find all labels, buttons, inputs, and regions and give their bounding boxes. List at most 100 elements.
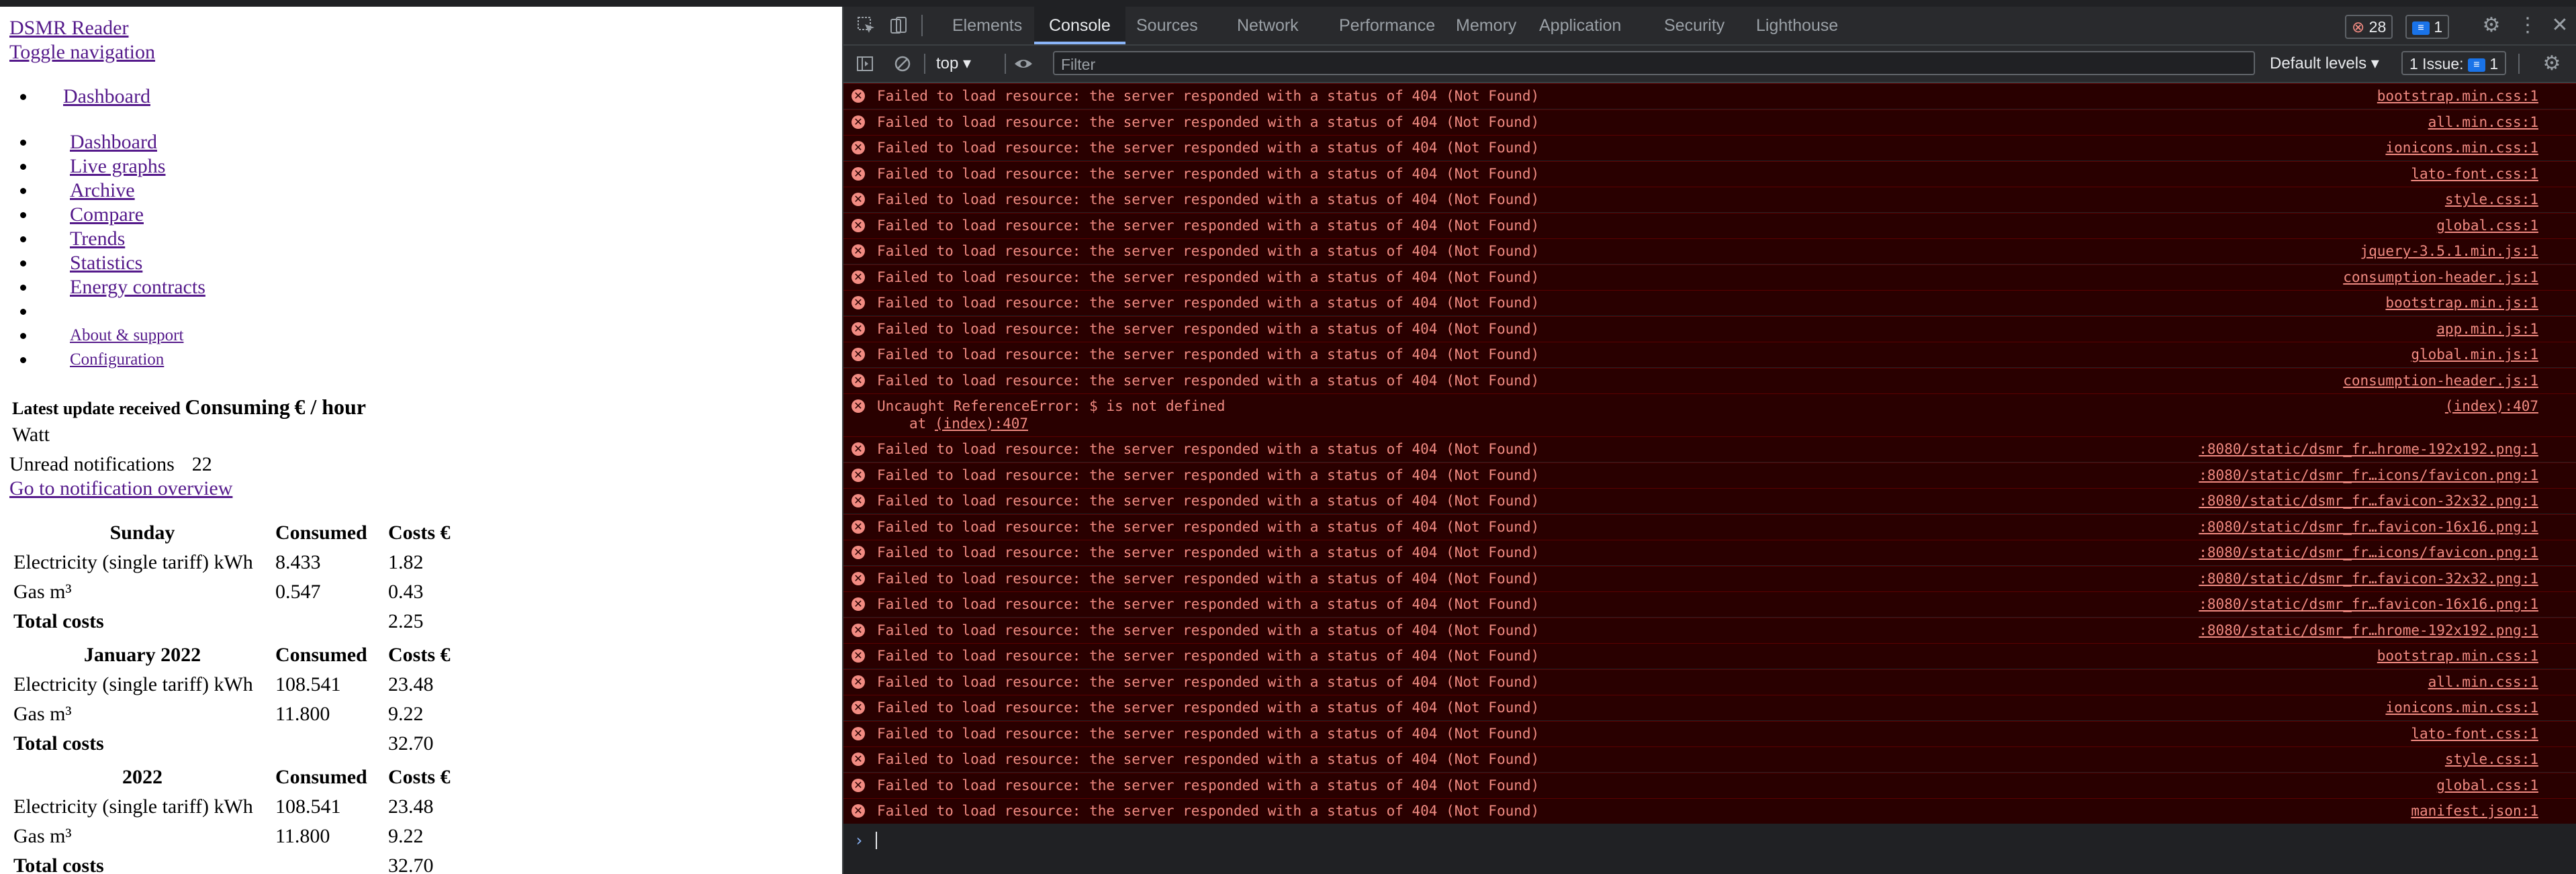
tab-network[interactable]: Network: [1222, 7, 1314, 44]
source-link[interactable]: global.css:1: [2436, 213, 2538, 238]
source-link[interactable]: style.css:1: [2445, 747, 2538, 771]
source-link[interactable]: global.min.js:1: [2411, 342, 2538, 367]
source-link[interactable]: bootstrap.min.css:1: [2377, 644, 2538, 668]
row-label: Electricity (single tariff) kWh: [13, 673, 253, 695]
sidebar-link[interactable]: Live graphs: [63, 155, 165, 177]
source-link[interactable]: lato-font.css:1: [2411, 722, 2538, 746]
sidebar-toggle-icon[interactable]: [853, 52, 877, 76]
source-link[interactable]: :8080/static/dsmr_fr…hrome-192x192.png:1: [2199, 437, 2538, 461]
statistics-table: Sunday Consumed Costs € Electricity (single…: [9, 516, 455, 639]
log-levels-dropdown[interactable]: Default levels ▾: [2270, 52, 2379, 76]
console-error-row: ✕ Failed to load resource: the server res…: [843, 187, 2576, 212]
sidebar-link[interactable]: Trends: [63, 228, 125, 250]
stack-link[interactable]: (index):407: [935, 416, 1028, 432]
source-link[interactable]: (index):407: [2445, 394, 2538, 418]
message-counter-badge[interactable]: ≡ 1: [2405, 15, 2450, 39]
tab-elements[interactable]: Elements: [937, 7, 1037, 44]
tab-console[interactable]: Console: [1034, 7, 1125, 44]
source-link[interactable]: bootstrap.min.js:1: [2385, 291, 2538, 315]
source-link[interactable]: :8080/static/dsmr_fr…favicon-16x16.png:1: [2199, 592, 2538, 616]
console-error-row: ✕ Failed to load resource: the server res…: [843, 514, 2576, 540]
row-costs: 0.43: [388, 581, 424, 603]
list-bullet: [20, 212, 26, 218]
console-prompt[interactable]: ›: [843, 823, 2576, 857]
row-consumed: 0.547: [275, 581, 321, 603]
source-link[interactable]: ionicons.min.css:1: [2385, 136, 2538, 160]
filter-input[interactable]: Filter: [1053, 51, 2255, 75]
error-x-icon: ✕: [852, 675, 865, 689]
tab-security[interactable]: Security: [1649, 7, 1739, 44]
tab-lighthouse[interactable]: Lighthouse: [1741, 7, 1853, 44]
source-link[interactable]: :8080/static/dsmr_fr…hrome-192x192.png:1: [2199, 618, 2538, 642]
source-link[interactable]: :8080/static/dsmr_fr…icons/favicon.png:1: [2199, 463, 2538, 487]
source-link[interactable]: consumption-header.js:1: [2343, 265, 2538, 289]
source-link[interactable]: app.min.js:1: [2436, 317, 2538, 341]
source-link[interactable]: jquery-3.5.1.min.js:1: [2360, 239, 2538, 263]
source-link[interactable]: global.css:1: [2436, 773, 2538, 797]
source-link[interactable]: :8080/static/dsmr_fr…favicon-32x32.png:1: [2199, 567, 2538, 591]
row-label: Gas m³: [13, 703, 72, 725]
source-link[interactable]: lato-font.css:1: [2411, 162, 2538, 186]
error-x-icon: ✕: [852, 649, 865, 663]
sidebar-link[interactable]: Statistics: [63, 252, 142, 274]
source-link[interactable]: all.min.css:1: [2428, 110, 2538, 134]
total-label: Total costs: [13, 610, 104, 632]
sidebar-link[interactable]: Dashboard: [63, 131, 157, 153]
source-link[interactable]: all.min.css:1: [2428, 670, 2538, 694]
per-hour-label: € / hour: [294, 395, 366, 419]
costs-heading: Costs €: [388, 766, 451, 788]
devtools-tabbar: Elements Console Sources Network Performance…: [843, 7, 2576, 46]
sidebar-link[interactable]: Configuration: [63, 350, 164, 369]
issues-button[interactable]: 1 Issue: ≡ 1: [2401, 51, 2507, 75]
device-toolbar-icon[interactable]: [886, 13, 911, 38]
watt-label: Watt: [12, 424, 50, 446]
source-link[interactable]: manifest.json:1: [2411, 799, 2538, 823]
sidebar-item: Trends: [20, 227, 205, 251]
brand-link[interactable]: DSMR Reader: [9, 16, 128, 40]
close-devtools-icon[interactable]: ✕: [2548, 13, 2572, 38]
row-consumed: 108.541: [275, 673, 341, 695]
error-message: Failed to load resource: the server resp…: [877, 191, 1540, 207]
source-link[interactable]: ionicons.min.css:1: [2385, 695, 2538, 720]
toggle-navigation-link[interactable]: Toggle navigation: [9, 40, 155, 64]
settings-gear-icon[interactable]: ⚙: [2479, 13, 2503, 38]
more-options-icon[interactable]: ⋮: [2516, 13, 2540, 38]
sidebar-item: Compare: [20, 203, 205, 227]
consumed-heading: Consumed: [275, 766, 367, 788]
error-message: Failed to load resource: the server resp…: [877, 113, 1540, 130]
row-costs: 9.22: [388, 703, 424, 725]
error-message: Failed to load resource: the server resp…: [877, 803, 1540, 819]
source-link[interactable]: style.css:1: [2445, 187, 2538, 211]
sidebar-link[interactable]: About & support: [63, 326, 183, 344]
notification-overview-link[interactable]: Go to notification overview: [9, 477, 232, 501]
source-link[interactable]: bootstrap.min.css:1: [2377, 84, 2538, 108]
tab-performance[interactable]: Performance: [1324, 7, 1450, 44]
source-link[interactable]: consumption-header.js:1: [2343, 369, 2538, 393]
sidebar-link[interactable]: Energy contracts: [63, 276, 205, 298]
source-link[interactable]: :8080/static/dsmr_fr…favicon-32x32.png:1: [2199, 489, 2538, 513]
error-x-icon: ✕: [852, 166, 865, 181]
tab-sources[interactable]: Sources: [1121, 7, 1213, 44]
console-error-row: ✕ Failed to load resource: the server res…: [843, 342, 2576, 367]
source-link[interactable]: :8080/static/dsmr_fr…favicon-16x16.png:1: [2199, 515, 2538, 539]
tab-memory[interactable]: Memory: [1441, 7, 1531, 44]
error-message: Failed to load resource: the server resp…: [877, 320, 1540, 337]
clear-console-icon[interactable]: [890, 52, 915, 76]
error-x-icon: ✕: [852, 270, 865, 284]
source-link[interactable]: :8080/static/dsmr_fr…icons/favicon.png:1: [2199, 540, 2538, 565]
unread-notifications: Unread notifications 22: [9, 452, 212, 477]
live-expression-eye-icon[interactable]: [1011, 52, 1036, 76]
row-costs: 1.82: [388, 551, 424, 573]
sidebar-link[interactable]: Compare: [63, 203, 144, 226]
console-error-row: ✕ Failed to load resource: the server res…: [843, 436, 2576, 462]
console-settings-gear-icon[interactable]: ⚙: [2540, 52, 2564, 76]
tab-application[interactable]: Application: [1524, 7, 1636, 44]
inspect-element-icon[interactable]: [854, 13, 878, 38]
nav-dashboard-link[interactable]: Dashboard: [63, 85, 150, 109]
sidebar-link[interactable]: Archive: [63, 179, 135, 201]
list-bullet: [20, 188, 26, 194]
context-selector[interactable]: top ▾: [936, 52, 971, 76]
row-costs: 23.48: [388, 795, 434, 818]
error-counter-badge[interactable]: ⊗ 28: [2345, 15, 2393, 39]
error-x-icon: ✕: [852, 115, 865, 129]
